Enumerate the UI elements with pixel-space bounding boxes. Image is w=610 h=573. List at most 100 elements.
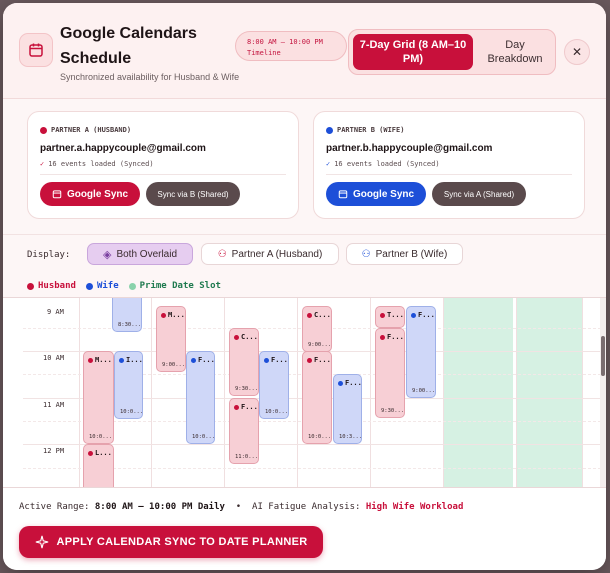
- day-column-divider: [516, 298, 517, 487]
- event-time: 9:00...: [412, 388, 436, 394]
- event-title: M...: [161, 311, 185, 319]
- view-7-day-grid-button[interactable]: 7-Day Grid (8 AM–10 PM): [353, 34, 473, 70]
- partner-b-label: PARTNER B (WIFE): [337, 126, 405, 134]
- event-title: C...: [234, 333, 258, 341]
- event-dot-icon: [161, 312, 166, 318]
- legend-wife: Wife: [85, 281, 119, 291]
- husband-dot-icon: [40, 126, 47, 134]
- event-dot-icon: [88, 357, 93, 363]
- week-grid[interactable]: 9 AM 10 AM 11 AM 12 PM 8:30... M... 10:0..…: [3, 297, 606, 487]
- close-icon: ✕: [571, 45, 583, 59]
- calendar-icon: [338, 190, 348, 199]
- event-time: 10:0...: [308, 434, 332, 440]
- legend-husband: Husband: [27, 281, 76, 291]
- husband-event[interactable]: F... 11:0...: [229, 398, 259, 464]
- hour-label: 10 AM: [43, 354, 65, 362]
- event-title: I...: [119, 356, 142, 364]
- event-title: F...: [338, 379, 361, 387]
- fatigue-analysis-value: High Wife Workload: [365, 502, 464, 512]
- partner-a-card: PARTNER A (HUSBAND) partner.a.happycoupl…: [27, 111, 299, 219]
- view-toggle: 7-Day Grid (8 AM–10 PM) Day Breakdown: [348, 29, 556, 75]
- wife-event[interactable]: I... 10:0...: [114, 351, 143, 419]
- event-title: M...: [88, 356, 112, 364]
- wife-event[interactable]: F... 10:0...: [186, 351, 215, 444]
- husband-event[interactable]: F... 9:30...: [375, 328, 405, 418]
- event-dot-icon: [307, 312, 312, 318]
- partner-a-shared-sync-button[interactable]: Sync via B (Shared): [146, 182, 240, 206]
- event-time: 11:0...: [235, 454, 259, 460]
- event-title: F...: [234, 403, 258, 411]
- modal-header: Google Calendars Schedule Synchronized a…: [3, 3, 606, 99]
- display-both-overlaid-button[interactable]: ◈ Both Overlaid: [87, 243, 193, 265]
- partner-a-google-sync-button[interactable]: Google Sync: [40, 182, 140, 206]
- event-time: 9:30...: [235, 386, 259, 392]
- event-dot-icon: [411, 312, 416, 318]
- event-time: 9:30...: [381, 408, 405, 414]
- display-partner-a-button[interactable]: ⚇ Partner A (Husband): [201, 243, 339, 265]
- active-range-summary: Active Range: 8:00 AM – 10:00 PM Daily •…: [19, 502, 464, 512]
- husband-event[interactable]: C... 9:00...: [302, 306, 332, 352]
- display-partner-b-button[interactable]: ⚇ Partner B (Wife): [346, 243, 463, 265]
- event-dot-icon: [380, 312, 385, 318]
- page-subtitle: Synchronized availability for Husband & …: [60, 72, 240, 82]
- partner-a-label: PARTNER A (HUSBAND): [51, 126, 132, 134]
- user-icon: ⚇: [361, 248, 371, 260]
- wife-event[interactable]: F... 10:3...: [333, 374, 362, 444]
- grid-scrollbar[interactable]: [600, 298, 606, 487]
- prime-slot-column: [443, 298, 513, 487]
- event-time: 10:3...: [339, 434, 362, 440]
- apply-calendar-sync-button[interactable]: APPLY CALENDAR SYNC TO DATE PLANNER: [19, 526, 323, 558]
- display-label: Display:: [27, 250, 71, 260]
- husband-event[interactable]: L...: [83, 444, 114, 487]
- event-title: F...: [191, 356, 214, 364]
- day-column-divider: [370, 298, 371, 487]
- view-day-breakdown-button[interactable]: Day Breakdown: [477, 34, 553, 70]
- partner-b-shared-sync-button[interactable]: Sync via A (Shared): [432, 182, 526, 206]
- husband-event[interactable]: M... 10:0...: [83, 351, 114, 444]
- hour-label: 9 AM: [47, 308, 64, 316]
- husband-event[interactable]: F... 10:0...: [302, 351, 332, 444]
- event-dot-icon: [191, 357, 196, 363]
- event-title: F...: [264, 356, 288, 364]
- event-title: L...: [88, 449, 112, 457]
- timeline-range: 8:00 AM – 10:00 PM: [247, 38, 323, 46]
- legend: Husband Wife Prime Date Slot: [27, 281, 221, 291]
- event-title: F...: [307, 356, 331, 364]
- wife-event[interactable]: F... 10:0...: [259, 351, 289, 419]
- event-time: 10:0...: [265, 409, 289, 415]
- check-icon: ✓: [40, 160, 45, 168]
- day-column-divider: [582, 298, 583, 487]
- event-time: 9:00...: [162, 362, 186, 368]
- partner-b-google-sync-button[interactable]: Google Sync: [326, 182, 426, 206]
- modal-footer: Active Range: 8:00 AM – 10:00 PM Daily •…: [3, 487, 606, 570]
- event-title: F...: [411, 311, 435, 319]
- layers-icon: ◈: [102, 248, 112, 261]
- event-dot-icon: [338, 380, 343, 386]
- close-button[interactable]: ✕: [564, 39, 590, 65]
- partner-a-email: partner.a.happycouple@gmail.com: [40, 143, 206, 154]
- husband-event[interactable]: T...: [375, 306, 405, 328]
- page-title: Google Calendars Schedule: [60, 25, 197, 67]
- sparkle-icon: [35, 535, 48, 549]
- legend-prime-slot: Prime Date Slot: [128, 281, 221, 291]
- day-column-divider: [443, 298, 444, 487]
- event-title: C...: [307, 311, 331, 319]
- hour-label: 12 PM: [43, 447, 65, 455]
- event-dot-icon: [119, 357, 124, 363]
- grid-scrollbar-thumb[interactable]: [601, 336, 605, 376]
- wife-event[interactable]: F... 9:00...: [406, 306, 436, 398]
- day-column-divider: [151, 298, 152, 487]
- event-dot-icon: [88, 450, 93, 456]
- user-icon: ⚇: [217, 248, 227, 260]
- event-time: 9:00...: [308, 342, 332, 348]
- display-filter: Display: ◈ Both Overlaid ⚇ Partner A (Hu…: [3, 234, 606, 297]
- wife-event[interactable]: 8:30...: [112, 298, 142, 332]
- check-icon: ✓: [326, 160, 331, 168]
- husband-event[interactable]: C... 9:30...: [229, 328, 259, 396]
- husband-event[interactable]: M... 9:00...: [156, 306, 186, 372]
- divider: [326, 174, 572, 175]
- event-title: T...: [380, 311, 404, 319]
- timeline-label: Timeline: [247, 49, 281, 57]
- partner-cards: PARTNER A (HUSBAND) partner.a.happycoupl…: [3, 99, 606, 234]
- partner-a-events-status: 16 events loaded (Synced): [48, 160, 154, 168]
